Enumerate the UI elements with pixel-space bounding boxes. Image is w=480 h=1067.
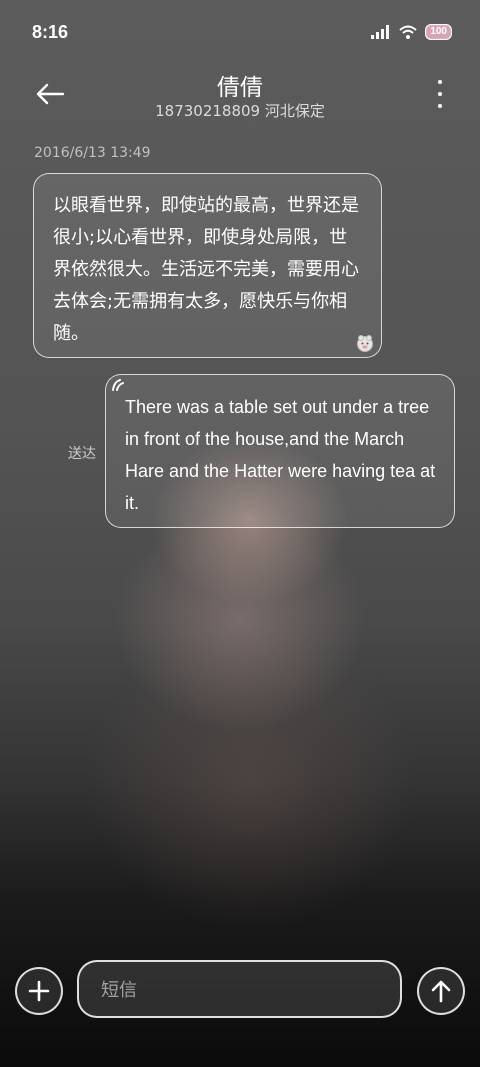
plus-icon — [28, 980, 50, 1002]
contact-number-location: 18730218809 河北保定 — [155, 102, 325, 120]
message-composer — [0, 955, 480, 1025]
outgoing-message-bubble[interactable]: There was a table set out under a tree i… — [105, 374, 455, 528]
outgoing-message-text: There was a table set out under a tree i… — [125, 397, 436, 513]
add-attachment-button[interactable] — [15, 967, 63, 1015]
status-bar: 8:16 100 — [0, 0, 480, 68]
send-button[interactable] — [417, 967, 465, 1015]
conversation-header: 倩倩 18730218809 河北保定 — [0, 60, 480, 130]
status-time: 8:16 — [32, 22, 69, 42]
wifi-icon — [399, 25, 417, 39]
delivered-status: 送达 — [68, 446, 96, 462]
message-input-box[interactable] — [77, 960, 402, 1018]
message-timestamp: 2016/6/13 13:49 — [34, 145, 151, 161]
incoming-message-text: 以眼看世界，即使站的最高，世界还是很小;以心看世界，即使身处局限，世界依然很大。… — [53, 195, 359, 344]
bubble-corner-icon — [112, 379, 124, 391]
more-vertical-icon — [438, 104, 442, 108]
contact-name[interactable]: 倩倩 — [0, 68, 480, 102]
message-input[interactable] — [99, 974, 383, 1006]
send-arrow-up-icon — [431, 980, 451, 1003]
more-options-button[interactable] — [434, 80, 446, 108]
signal-icon — [371, 25, 390, 39]
battery-icon: 100 — [425, 24, 452, 40]
status-icons: 100 — [371, 24, 452, 40]
more-vertical-icon — [438, 80, 442, 84]
more-vertical-icon — [438, 92, 442, 96]
sticker-icon — [357, 335, 373, 352]
incoming-message-bubble[interactable]: 以眼看世界，即使站的最高，世界还是很小;以心看世界，即使身处局限，世界依然很大。… — [33, 173, 382, 358]
